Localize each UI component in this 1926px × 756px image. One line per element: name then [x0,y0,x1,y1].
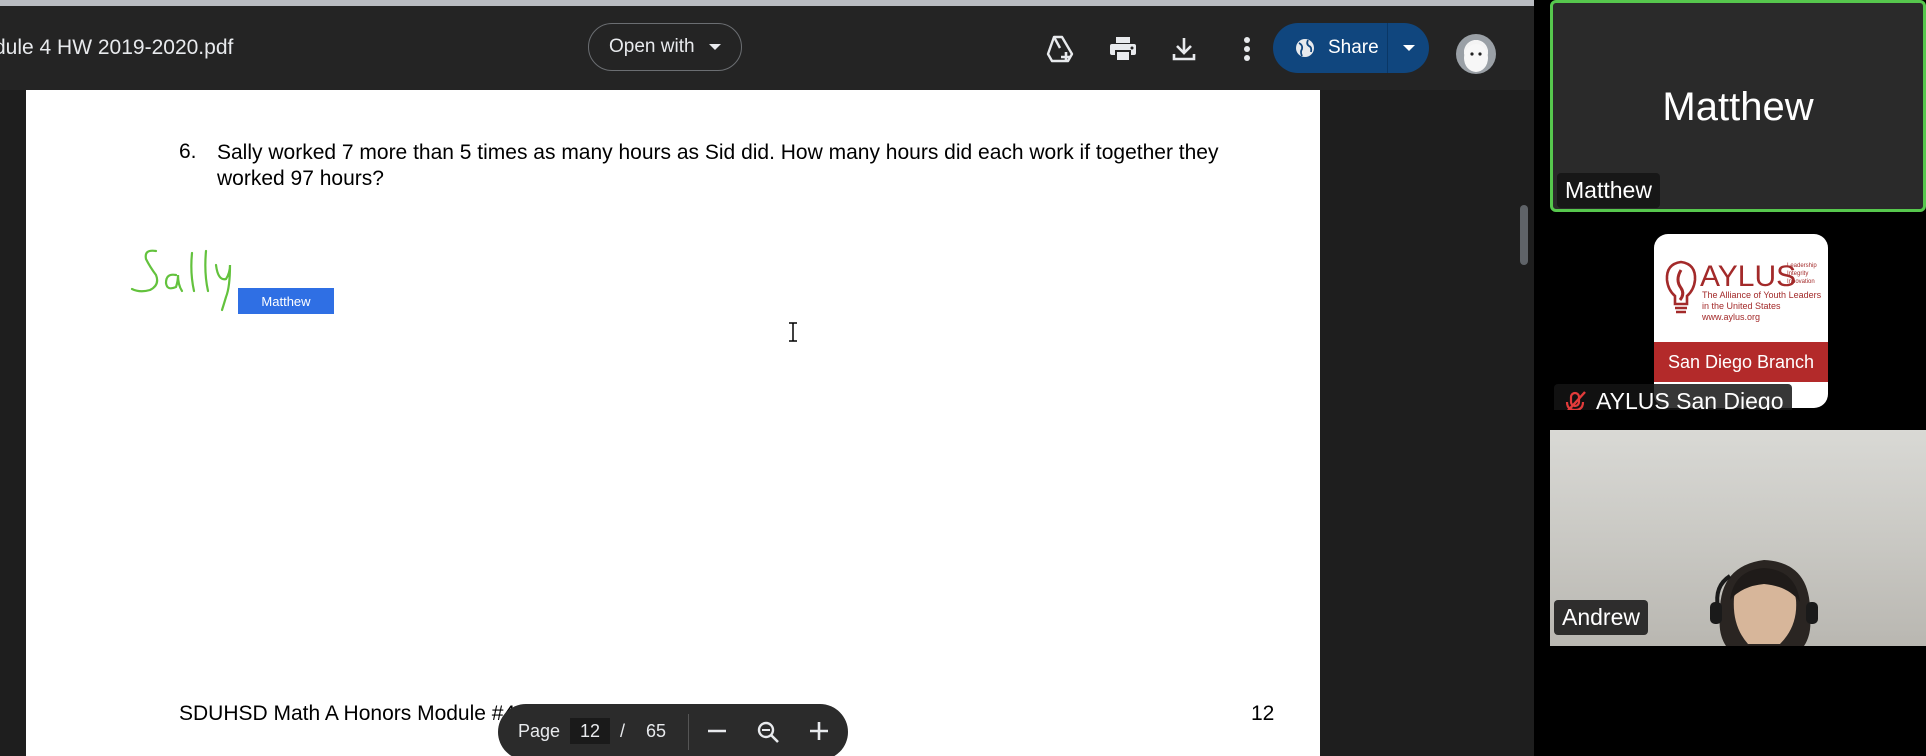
chevron-down-icon [709,44,721,50]
page-scrollbar[interactable] [1520,205,1528,265]
current-page-input[interactable]: 12 [570,718,610,744]
participant-tile-aylus[interactable]: AYLUS Leadership Integrity Innovation Th… [1550,230,1926,410]
aylus-motto: Leadership Integrity Innovation [1787,263,1817,285]
screen: dule 4 HW 2019-2020.pdf Open with Share … [0,0,1926,756]
text-cursor-icon [789,322,797,342]
meeting-panel: Matthew Matthew AYLUS Leadership Integri… [1534,0,1926,756]
participant-name: AYLUS San Diego [1596,388,1784,410]
participant-tile-andrew[interactable]: Andrew [1550,430,1926,646]
participant-name-tag: Andrew [1554,600,1648,635]
add-to-drive-icon[interactable] [1044,33,1076,65]
participant-name-tag: AYLUS San Diego [1554,384,1792,410]
share-divider [1387,23,1388,73]
aylus-branch-band: San Diego Branch [1654,342,1828,382]
page-separator: / [620,721,626,741]
globe-icon [1296,39,1314,57]
file-name: dule 4 HW 2019-2020.pdf [0,36,234,59]
avatar[interactable] [1456,34,1496,74]
open-with-button[interactable]: Open with [588,23,742,71]
share-options-chevron-icon[interactable] [1403,45,1415,51]
collaborator-cursor-tag: Matthew [238,288,334,314]
question-number: 6. [179,140,197,163]
page-label: Page [518,721,561,741]
open-with-label: Open with [609,36,695,57]
question-text: Sally worked 7 more than 5 times as many… [217,141,1219,190]
aylus-brand-text: AYLUS [1700,260,1797,293]
print-icon[interactable] [1107,33,1139,65]
participant-video [1710,560,1818,646]
page-navigation-bar: Page 12 / 65 [498,704,848,756]
download-icon[interactable] [1168,33,1200,65]
zoom-fit-icon[interactable] [756,720,780,744]
zoom-in-icon[interactable] [808,720,830,742]
pdf-page: 6. Sally worked 7 more than 5 times as m… [26,90,1320,756]
page-footer-number: 12 [1251,702,1275,725]
share-label: Share [1328,37,1379,58]
more-vert-icon[interactable] [1231,33,1263,65]
lightbulb-icon [1665,260,1697,314]
pdf-viewer: dule 4 HW 2019-2020.pdf Open with Share … [0,0,1534,756]
participant-name-tag: Matthew [1557,173,1660,208]
zoom-out-icon[interactable] [706,720,728,742]
viewer-toolbar: dule 4 HW 2019-2020.pdf Open with Share [0,6,1534,90]
mic-muted-icon [1565,391,1586,410]
participant-tile-matthew[interactable]: Matthew Matthew [1550,0,1926,212]
total-pages: 65 [646,721,667,741]
share-button[interactable]: Share [1273,23,1429,73]
aylus-subtitle: The Alliance of Youth Leaders in the Uni… [1702,290,1822,322]
page-bar-divider [688,714,689,750]
aylus-logo: AYLUS Leadership Integrity Innovation Th… [1654,234,1828,408]
participant-initial-name: Matthew [1662,85,1814,129]
